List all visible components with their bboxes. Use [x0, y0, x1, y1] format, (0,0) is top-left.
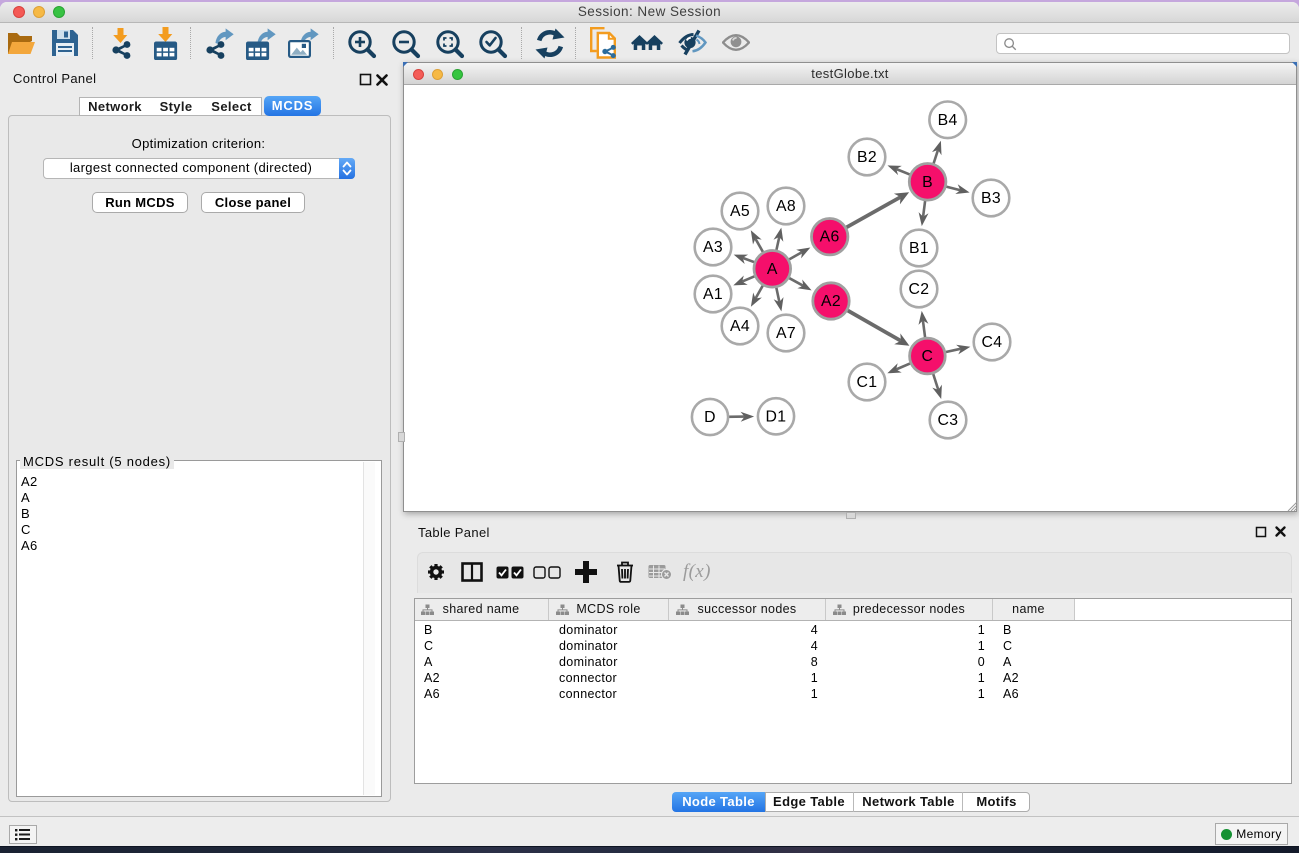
svg-text:A1: A1	[703, 286, 723, 303]
svg-text:C3: C3	[938, 412, 959, 429]
svg-text:B1: B1	[909, 240, 929, 257]
svg-text:A7: A7	[776, 325, 796, 342]
svg-text:C: C	[922, 348, 934, 365]
svg-text:A3: A3	[703, 239, 723, 256]
svg-text:D1: D1	[766, 408, 787, 425]
svg-text:B4: B4	[938, 112, 958, 129]
svg-text:A: A	[767, 261, 778, 278]
svg-text:A8: A8	[776, 198, 796, 215]
svg-text:A4: A4	[730, 318, 750, 335]
svg-text:A5: A5	[730, 203, 750, 220]
svg-text:A2: A2	[821, 293, 841, 310]
svg-text:C4: C4	[982, 334, 1003, 351]
svg-text:B: B	[922, 174, 933, 191]
svg-text:B2: B2	[857, 149, 877, 166]
svg-text:A6: A6	[820, 229, 840, 246]
svg-text:C2: C2	[909, 281, 930, 298]
svg-text:C1: C1	[857, 374, 878, 391]
svg-text:B3: B3	[981, 190, 1001, 207]
svg-text:D: D	[704, 409, 716, 426]
